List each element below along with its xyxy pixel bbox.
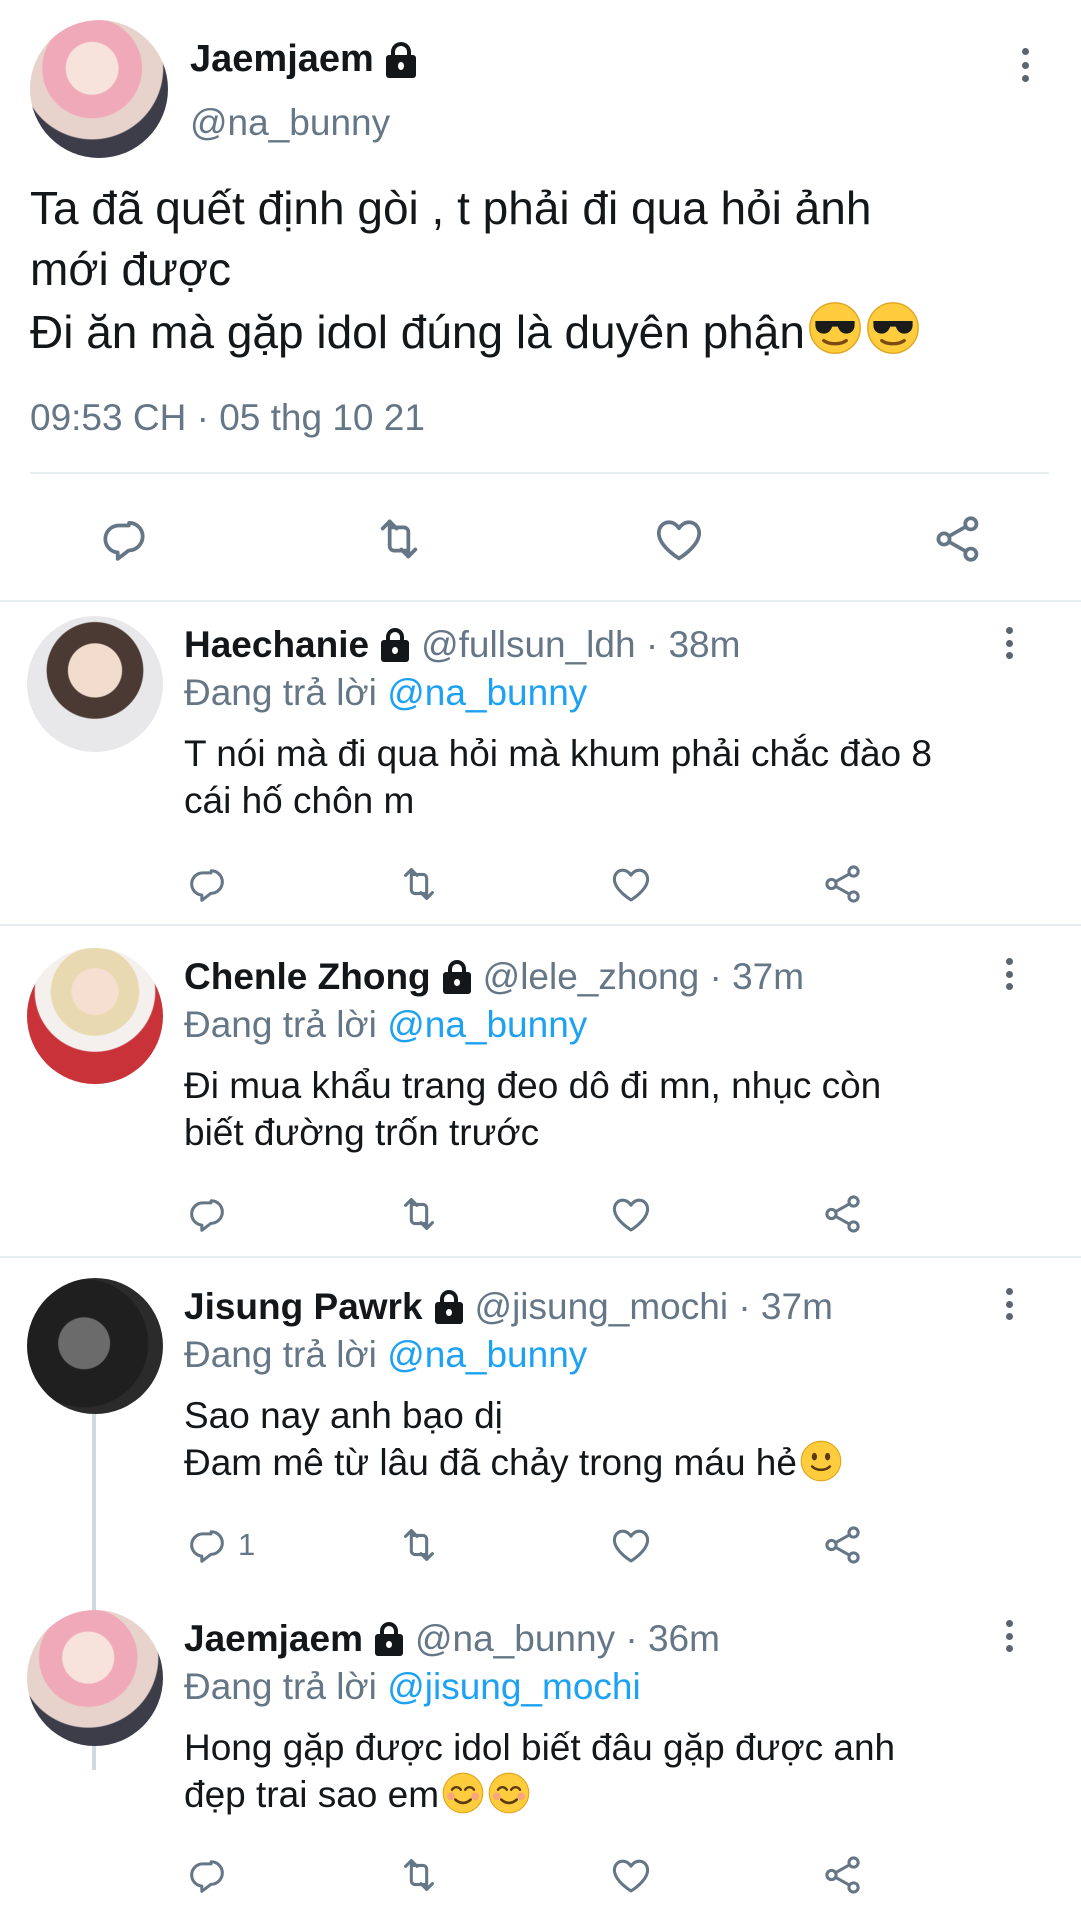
mention-link[interactable]: @jisung_mochi <box>387 1666 641 1707</box>
replying-to: Đang trả lời @na_bunny <box>184 1004 588 1045</box>
reply-icon[interactable] <box>184 1852 230 1898</box>
avatar[interactable] <box>27 1610 163 1746</box>
author-name[interactable]: Jisung Pawrk <box>184 1286 423 1328</box>
lock-icon <box>441 960 473 994</box>
like-icon[interactable] <box>651 511 707 567</box>
mention-link[interactable]: @na_bunny <box>387 1334 587 1375</box>
like-icon[interactable] <box>608 861 654 907</box>
author-handle[interactable]: @lele_zhong · 37m <box>483 956 804 998</box>
author-handle[interactable]: @na_bunny <box>190 102 390 144</box>
replying-to: Đang trả lời @na_bunny <box>184 672 588 713</box>
slightly-smiling-face-icon <box>800 1440 842 1482</box>
avatar[interactable] <box>27 616 163 752</box>
share-icon[interactable] <box>820 1852 866 1898</box>
more-options-icon[interactable] <box>1003 958 1015 990</box>
tweet-text: Đi mua khẩu trang đeo dô đi mn, nhục còn… <box>184 1065 882 1153</box>
share-icon[interactable] <box>930 511 986 567</box>
author-handle[interactable]: @jisung_mochi · 37m <box>475 1286 833 1328</box>
smiling-face-with-smiling-eyes-icon <box>488 1772 530 1814</box>
share-icon[interactable] <box>820 1522 866 1568</box>
reply-tweet[interactable]: Jaemjaem @na_bunny · 36m Đang trả lời @j… <box>0 1588 1081 1920</box>
replying-to: Đang trả lời @jisung_mochi <box>184 1666 641 1707</box>
divider <box>30 472 1049 474</box>
tweet-text: Sao nay anh bạo dị Đam mê từ lâu đã chảy… <box>184 1392 843 1486</box>
like-icon[interactable] <box>608 1852 654 1898</box>
author-name[interactable]: Jaemjaem <box>190 38 418 81</box>
mention-link[interactable]: @na_bunny <box>387 672 587 713</box>
retweet-icon[interactable] <box>396 1191 442 1237</box>
avatar[interactable] <box>27 948 163 1084</box>
more-options-icon[interactable] <box>1003 627 1015 659</box>
main-tweet: Jaemjaem @na_bunny Ta đã quết định gòi ,… <box>0 0 1081 600</box>
reply-icon[interactable] <box>184 861 230 907</box>
reply-icon[interactable] <box>96 511 152 567</box>
more-options-icon[interactable] <box>1003 1620 1015 1652</box>
more-options-icon[interactable] <box>1003 1288 1015 1320</box>
reply-count: 1 <box>238 1527 256 1562</box>
smiling-face-with-smiling-eyes-icon <box>442 1772 484 1814</box>
tweet-text: T nói mà đi qua hỏi mà khum phải chắc đà… <box>184 733 932 821</box>
author-name[interactable]: Jaemjaem <box>184 1618 363 1660</box>
tweet-text: Hong gặp được idol biết đâu gặp được anh… <box>184 1727 896 1815</box>
avatar[interactable] <box>27 1278 163 1414</box>
tweet-text: Ta đã quết định gòi , t phải đi qua hỏi … <box>30 178 921 363</box>
retweet-icon[interactable] <box>396 861 442 907</box>
lock-icon <box>433 1290 465 1324</box>
reply-icon <box>184 1522 230 1568</box>
tweet-timestamp[interactable]: 09:53 CH · 05 thg 10 21 <box>30 397 425 439</box>
share-icon[interactable] <box>820 1191 866 1237</box>
author-handle[interactable]: @fullsun_ldh · 38m <box>421 624 740 666</box>
more-options-icon[interactable] <box>1019 48 1031 82</box>
reply-tweet[interactable]: Haechanie @fullsun_ldh · 38m Đang trả lờ… <box>0 602 1081 924</box>
author-name[interactable]: Chenle Zhong <box>184 956 431 998</box>
lock-icon <box>373 1622 405 1656</box>
retweet-icon[interactable] <box>371 511 427 567</box>
author-name[interactable]: Haechanie <box>184 624 369 666</box>
reply-tweet[interactable]: Chenle Zhong @lele_zhong · 37m Đang trả … <box>0 926 1081 1256</box>
share-icon[interactable] <box>820 861 866 907</box>
retweet-icon[interactable] <box>396 1522 442 1568</box>
lock-icon <box>379 628 411 662</box>
sunglasses-face-icon <box>809 302 861 354</box>
reply-tweet[interactable]: Jisung Pawrk @jisung_mochi · 37m Đang tr… <box>0 1258 1081 1770</box>
replying-to: Đang trả lời @na_bunny <box>184 1334 588 1375</box>
reply-button[interactable]: 1 <box>184 1522 255 1568</box>
avatar[interactable] <box>30 20 168 158</box>
lock-icon <box>384 41 418 78</box>
reply-icon[interactable] <box>184 1191 230 1237</box>
retweet-icon[interactable] <box>396 1852 442 1898</box>
sunglasses-face-icon <box>867 302 919 354</box>
like-icon[interactable] <box>608 1522 654 1568</box>
mention-link[interactable]: @na_bunny <box>387 1004 587 1045</box>
author-handle[interactable]: @na_bunny · 36m <box>415 1618 720 1660</box>
like-icon[interactable] <box>608 1191 654 1237</box>
